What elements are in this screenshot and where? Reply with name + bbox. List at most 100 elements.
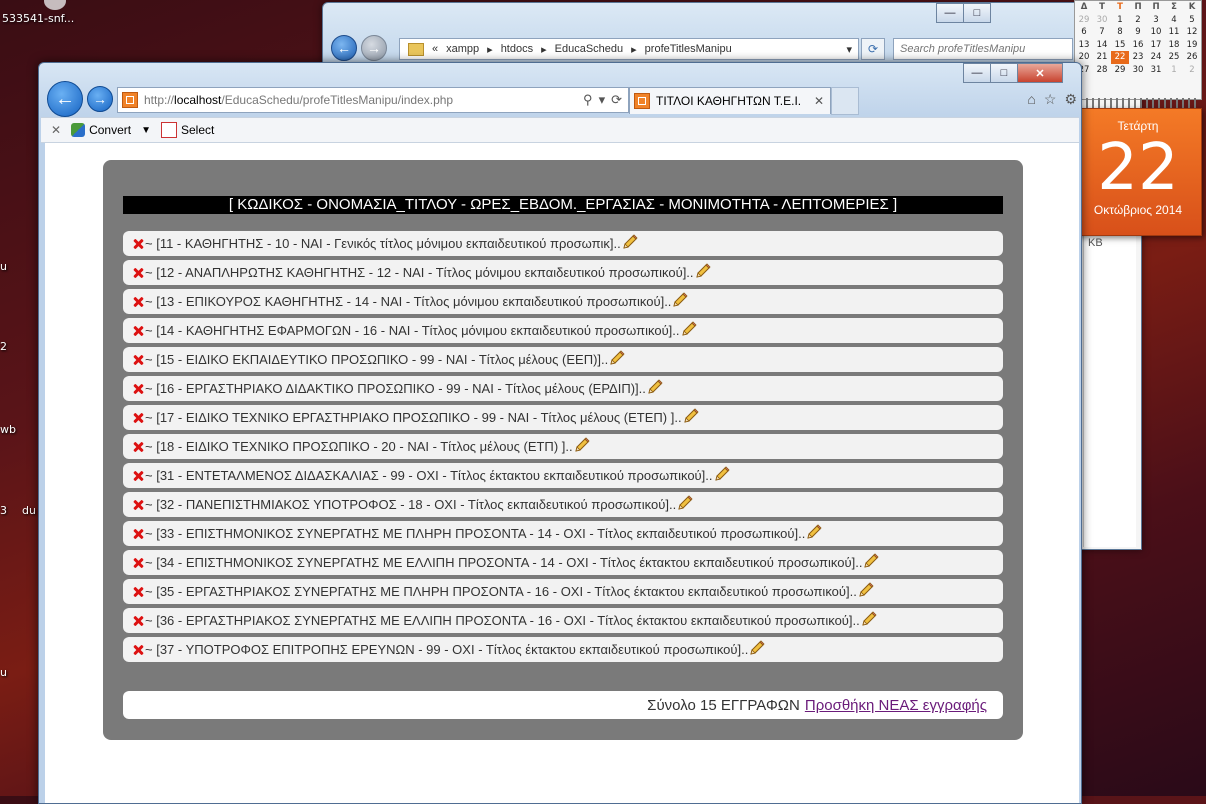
home-icon[interactable]: ⌂ — [1027, 91, 1035, 108]
select-button[interactable]: Select — [161, 122, 214, 138]
search-icon[interactable]: ⚲ — [583, 92, 593, 108]
delete-x-icon[interactable] — [133, 268, 143, 278]
pencil-icon[interactable] — [806, 524, 822, 543]
delete-x-icon[interactable] — [133, 413, 143, 423]
browser-window[interactable]: — □ ✕ ← → http://localhost/EducaSchedu/p… — [38, 62, 1082, 804]
calendar-day[interactable]: 10 — [1147, 26, 1165, 39]
calendar-today-page[interactable]: Τετάρτη 22 Οκτώβριος 2014 — [1074, 108, 1202, 236]
calendar-day[interactable]: 16 — [1129, 39, 1147, 52]
calendar-day[interactable]: 29 — [1111, 64, 1129, 77]
calendar-day[interactable]: 15 — [1111, 39, 1129, 52]
explorer-back-button[interactable]: ← — [331, 35, 357, 61]
pencil-icon[interactable] — [863, 553, 880, 572]
calendar-day[interactable]: 19 — [1183, 39, 1201, 52]
tab-current[interactable]: ΤΙΤΛΟΙ ΚΑΘΗΓΗΤΩΝ Τ.Ε.Ι. ✕ — [629, 87, 831, 114]
calendar-day[interactable]: 6 — [1075, 26, 1093, 39]
gear-icon[interactable]: ⚙ — [1064, 91, 1077, 108]
calendar-day[interactable]: 13 — [1075, 39, 1093, 52]
delete-x-icon[interactable] — [133, 355, 143, 365]
breadcrumb-item[interactable]: profeTitlesManipu — [645, 43, 732, 55]
close-button[interactable]: ✕ — [1017, 63, 1063, 83]
calendar-day[interactable]: 26 — [1183, 51, 1201, 64]
calendar-day[interactable]: 25 — [1165, 51, 1183, 64]
calendar-day[interactable]: 30 — [1093, 14, 1111, 27]
pencil-icon[interactable] — [681, 321, 697, 340]
back-button[interactable]: ← — [47, 81, 83, 117]
pencil-icon[interactable] — [672, 292, 689, 311]
chevron-down-icon[interactable]: ▼ — [141, 125, 151, 136]
desktop-item-label[interactable]: 533541-snf... — [2, 12, 74, 25]
desktop-item-label[interactable]: 3 — [0, 504, 7, 517]
calendar-day[interactable]: 12 — [1183, 26, 1201, 39]
desktop-shortcut-icon[interactable] — [44, 0, 66, 10]
calendar-day[interactable]: 1 — [1165, 64, 1183, 77]
delete-x-icon[interactable] — [133, 297, 143, 307]
pencil-icon[interactable] — [861, 611, 877, 630]
calendar-month-grid[interactable]: Δ Τ Τ Π Π Σ Κ 29 30 1 2 3 4 5 6 7 8 9 10… — [1074, 0, 1202, 100]
delete-x-icon[interactable] — [133, 558, 143, 568]
favorites-star-icon[interactable]: ☆ — [1044, 91, 1057, 108]
chevron-down-icon[interactable]: ▾ — [846, 43, 852, 56]
calendar-day[interactable]: 2 — [1129, 14, 1147, 27]
desktop-item-label[interactable]: du — [22, 504, 36, 517]
explorer-forward-button[interactable]: → — [361, 35, 387, 61]
add-record-link[interactable]: Προσθήκη ΝΕΑΣ εγγραφής — [805, 697, 987, 714]
calendar-day[interactable]: 11 — [1165, 26, 1183, 39]
maximize-button[interactable]: □ — [963, 3, 991, 23]
delete-x-icon[interactable] — [133, 471, 143, 481]
calendar-day[interactable]: 29 — [1075, 14, 1093, 27]
desktop-item-label[interactable]: wb — [0, 423, 16, 436]
search-input[interactable] — [894, 39, 1072, 59]
delete-x-icon[interactable] — [133, 529, 143, 539]
dropdown-icon[interactable]: ▾ — [599, 92, 606, 108]
minimize-button[interactable]: — — [963, 63, 991, 83]
calendar-day[interactable]: 4 — [1165, 14, 1183, 27]
delete-x-icon[interactable] — [133, 442, 143, 452]
delete-x-icon[interactable] — [133, 326, 143, 336]
calendar-day[interactable]: 1 — [1111, 14, 1129, 27]
calendar-day[interactable]: 30 — [1129, 64, 1147, 77]
calendar-day[interactable]: 2 — [1183, 64, 1201, 77]
delete-x-icon[interactable] — [133, 645, 143, 655]
desktop-item-label[interactable]: 2 — [0, 340, 7, 353]
pencil-icon[interactable] — [677, 495, 693, 514]
breadcrumb-item[interactable]: xampp — [446, 43, 479, 55]
desktop-item-label[interactable]: u — [0, 260, 7, 273]
refresh-icon[interactable]: ⟳ — [611, 92, 622, 108]
calendar-day[interactable]: 31 — [1147, 64, 1165, 77]
calendar-day-today[interactable]: 22 — [1111, 51, 1129, 64]
calendar-day[interactable]: 18 — [1165, 39, 1183, 52]
forward-button[interactable]: → — [87, 86, 113, 112]
minimize-button[interactable]: — — [936, 3, 964, 23]
calendar-day[interactable]: 24 — [1147, 51, 1165, 64]
pencil-icon[interactable] — [609, 350, 625, 369]
calendar-day[interactable]: 3 — [1147, 14, 1165, 27]
delete-x-icon[interactable] — [133, 500, 143, 510]
delete-x-icon[interactable] — [133, 616, 143, 626]
pencil-icon[interactable] — [574, 437, 590, 456]
breadcrumb-overflow-icon[interactable]: « — [432, 43, 438, 55]
new-tab-button[interactable] — [831, 87, 859, 115]
calendar-day[interactable]: 8 — [1111, 26, 1129, 39]
calendar-day[interactable]: 17 — [1147, 39, 1165, 52]
tab-close-icon[interactable]: ✕ — [814, 94, 824, 108]
convert-button[interactable]: Convert ▼ — [71, 123, 151, 137]
calendar-day[interactable]: 9 — [1129, 26, 1147, 39]
delete-x-icon[interactable] — [133, 384, 143, 394]
pencil-icon[interactable] — [683, 408, 699, 427]
address-bar[interactable]: http://localhost/EducaSchedu/profeTitles… — [117, 87, 629, 113]
pencil-icon[interactable] — [622, 234, 638, 253]
breadcrumb-item[interactable]: htdocs — [501, 43, 533, 55]
calendar-day[interactable]: 5 — [1183, 14, 1201, 27]
close-toolbar-icon[interactable]: ✕ — [51, 123, 61, 137]
delete-x-icon[interactable] — [133, 587, 143, 597]
calendar-day[interactable]: 23 — [1129, 51, 1147, 64]
breadcrumb-item[interactable]: EducaSchedu — [555, 43, 624, 55]
explorer-search[interactable] — [893, 38, 1073, 60]
calendar-day[interactable]: 14 — [1093, 39, 1111, 52]
delete-x-icon[interactable] — [133, 239, 143, 249]
calendar-day[interactable]: 21 — [1093, 51, 1111, 64]
breadcrumb[interactable]: « xampp ▸ htdocs ▸ EducaSchedu ▸ profeTi… — [399, 38, 859, 60]
calendar-day[interactable]: 28 — [1093, 64, 1111, 77]
pencil-icon[interactable] — [647, 379, 663, 398]
